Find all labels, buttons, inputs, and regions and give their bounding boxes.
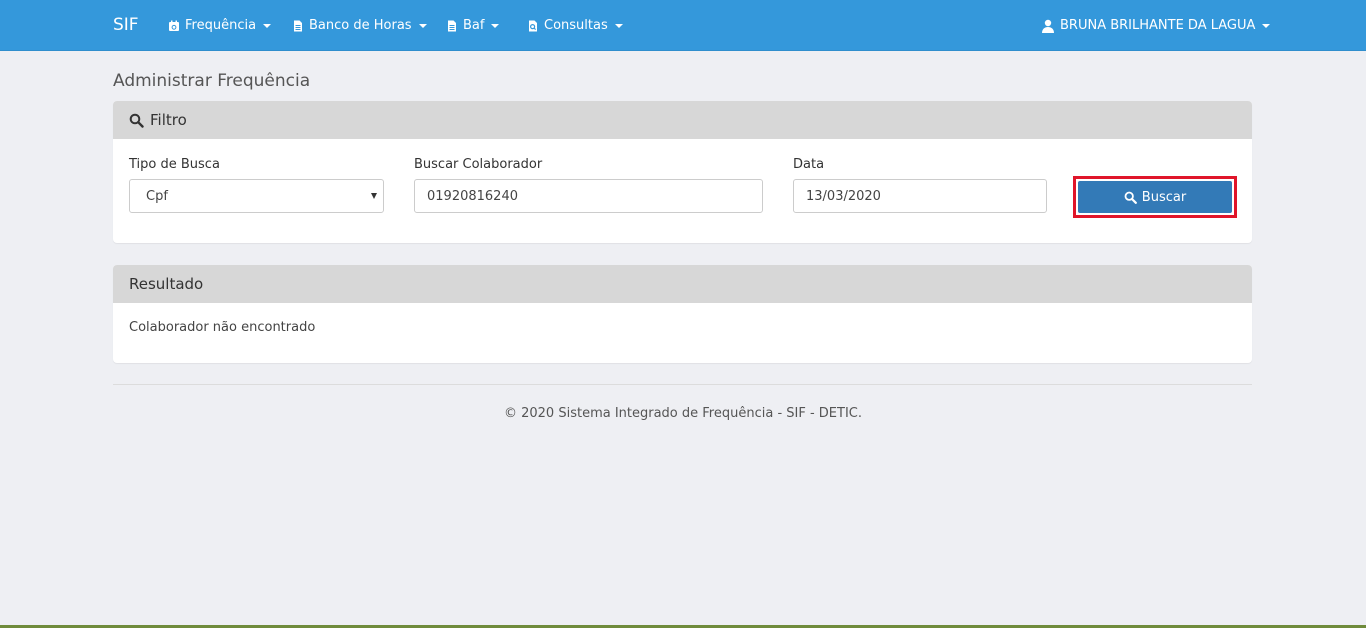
filter-panel: Filtro Tipo de Busca Cpf Buscar Colabora… [113, 101, 1252, 243]
data-value: 13/03/2020 [806, 188, 881, 204]
nav-menu-banco-de-horas[interactable]: Banco de Horas [292, 17, 427, 35]
search-button-label: Buscar [1141, 189, 1187, 205]
search-button-highlight: Buscar [1073, 176, 1237, 218]
caret-down-icon [263, 24, 272, 28]
nav-menu-consultas[interactable]: Consultas [527, 17, 623, 35]
nav-menu-label: Baf [463, 18, 485, 33]
colaborador-input[interactable]: 01920816240 [414, 179, 763, 213]
nav-menu-label: Consultas [544, 18, 608, 33]
result-panel-heading: Resultado [113, 265, 1252, 303]
top-navbar: SIF Frequência Banco de Horas Baf Consul… [0, 0, 1366, 51]
caret-down-icon [491, 24, 500, 28]
search-icon [129, 113, 144, 128]
search-icon [1124, 191, 1137, 204]
page-title: Administrar Frequência [113, 71, 311, 91]
colaborador-value: 01920816240 [427, 188, 518, 204]
caret-down-icon [1262, 24, 1271, 28]
nav-menu-label: Banco de Horas [309, 18, 412, 33]
user-menu[interactable]: BRUNA BRILHANTE DA LAGUA [1041, 17, 1271, 35]
result-panel: Resultado Colaborador não encontrado [113, 265, 1252, 363]
user-icon [1041, 19, 1055, 33]
filter-panel-heading: Filtro [113, 101, 1252, 139]
footer-divider [113, 384, 1252, 385]
footer-text: © 2020 Sistema Integrado de Frequência -… [503, 406, 863, 421]
tipo-busca-label: Tipo de Busca [129, 157, 220, 172]
brand-link[interactable]: SIF [113, 15, 139, 35]
caret-down-icon [418, 24, 427, 28]
file-icon [446, 20, 458, 32]
file-search-icon [527, 20, 539, 32]
select-arrow-icon [371, 193, 377, 199]
nav-menu-frequencia[interactable]: Frequência [168, 17, 272, 35]
nav-menu-baf[interactable]: Baf [446, 17, 500, 35]
calendar-check-icon [168, 20, 180, 32]
file-icon [292, 20, 304, 32]
search-button[interactable]: Buscar [1078, 181, 1232, 213]
filter-heading-label: Filtro [150, 111, 187, 129]
data-label: Data [793, 157, 825, 172]
caret-down-icon [614, 24, 623, 28]
result-heading-label: Resultado [129, 275, 204, 293]
user-name: BRUNA BRILHANTE DA LAGUA [1060, 18, 1256, 33]
nav-menu-label: Frequência [185, 18, 257, 33]
result-message: Colaborador não encontrado [129, 320, 316, 335]
tipo-busca-value: Cpf [146, 188, 168, 204]
tipo-busca-select[interactable]: Cpf [129, 179, 384, 213]
data-input[interactable]: 13/03/2020 [793, 179, 1047, 213]
colaborador-label: Buscar Colaborador [414, 157, 543, 172]
